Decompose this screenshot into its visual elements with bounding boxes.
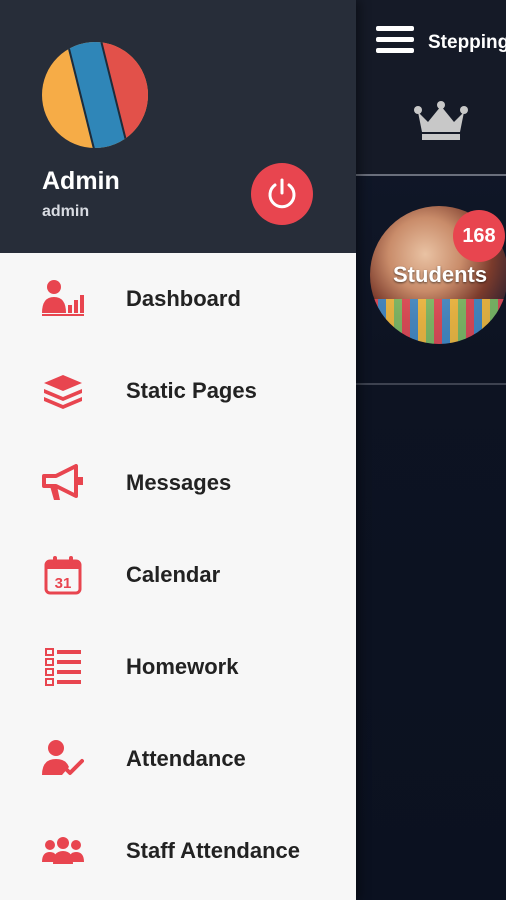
logout-button[interactable] <box>251 163 313 225</box>
avatar[interactable] <box>42 42 148 148</box>
megaphone-icon <box>42 463 84 503</box>
menu-item-attendance[interactable]: Attendance <box>0 713 356 805</box>
checklist-icon <box>42 647 84 687</box>
calendar-day: 31 <box>55 575 72 592</box>
menu-item-homework[interactable]: Homework <box>0 621 356 713</box>
menu-item-label: Messages <box>126 470 232 495</box>
menu-item-calendar[interactable]: 31 Calendar <box>0 529 356 621</box>
calendar-icon: 31 <box>42 555 84 595</box>
students-count-badge: 168 <box>453 210 505 262</box>
menu-item-label: Calendar <box>126 562 221 587</box>
drawer-header: Admin admin <box>0 0 356 253</box>
user-name: Admin <box>42 167 120 195</box>
dashboard-icon <box>42 279 84 319</box>
divider <box>356 383 506 385</box>
user-role: admin <box>42 203 90 220</box>
crown-section <box>356 86 506 174</box>
crown-icon <box>414 101 468 140</box>
divider <box>356 174 506 176</box>
group-icon <box>42 831 84 871</box>
menu-item-messages[interactable]: Messages <box>0 437 356 529</box>
menu-item-label: Staff Attendance <box>126 838 300 863</box>
drawer-menu: Dashboard Static Pages Messages 31 Calen… <box>0 253 356 897</box>
menu-item-label: Static Pages <box>126 378 257 403</box>
menu-item-label: Homework <box>126 654 239 679</box>
menu-item-static-pages[interactable]: Static Pages <box>0 345 356 437</box>
stack-icon <box>42 371 84 411</box>
menu-item-staff-attendance[interactable]: Staff Attendance <box>0 805 356 897</box>
power-icon <box>268 178 296 209</box>
hamburger-menu-icon[interactable] <box>376 26 414 56</box>
app-title: Stepping <box>428 32 506 53</box>
menu-item-dashboard[interactable]: Dashboard <box>0 253 356 345</box>
user-check-icon <box>42 739 84 779</box>
navigation-drawer: Admin admin Dashboard Static Pages Messa… <box>0 0 356 900</box>
menu-item-label: Attendance <box>126 746 246 771</box>
students-label: Students <box>393 262 488 287</box>
menu-item-label: Dashboard <box>126 286 241 311</box>
